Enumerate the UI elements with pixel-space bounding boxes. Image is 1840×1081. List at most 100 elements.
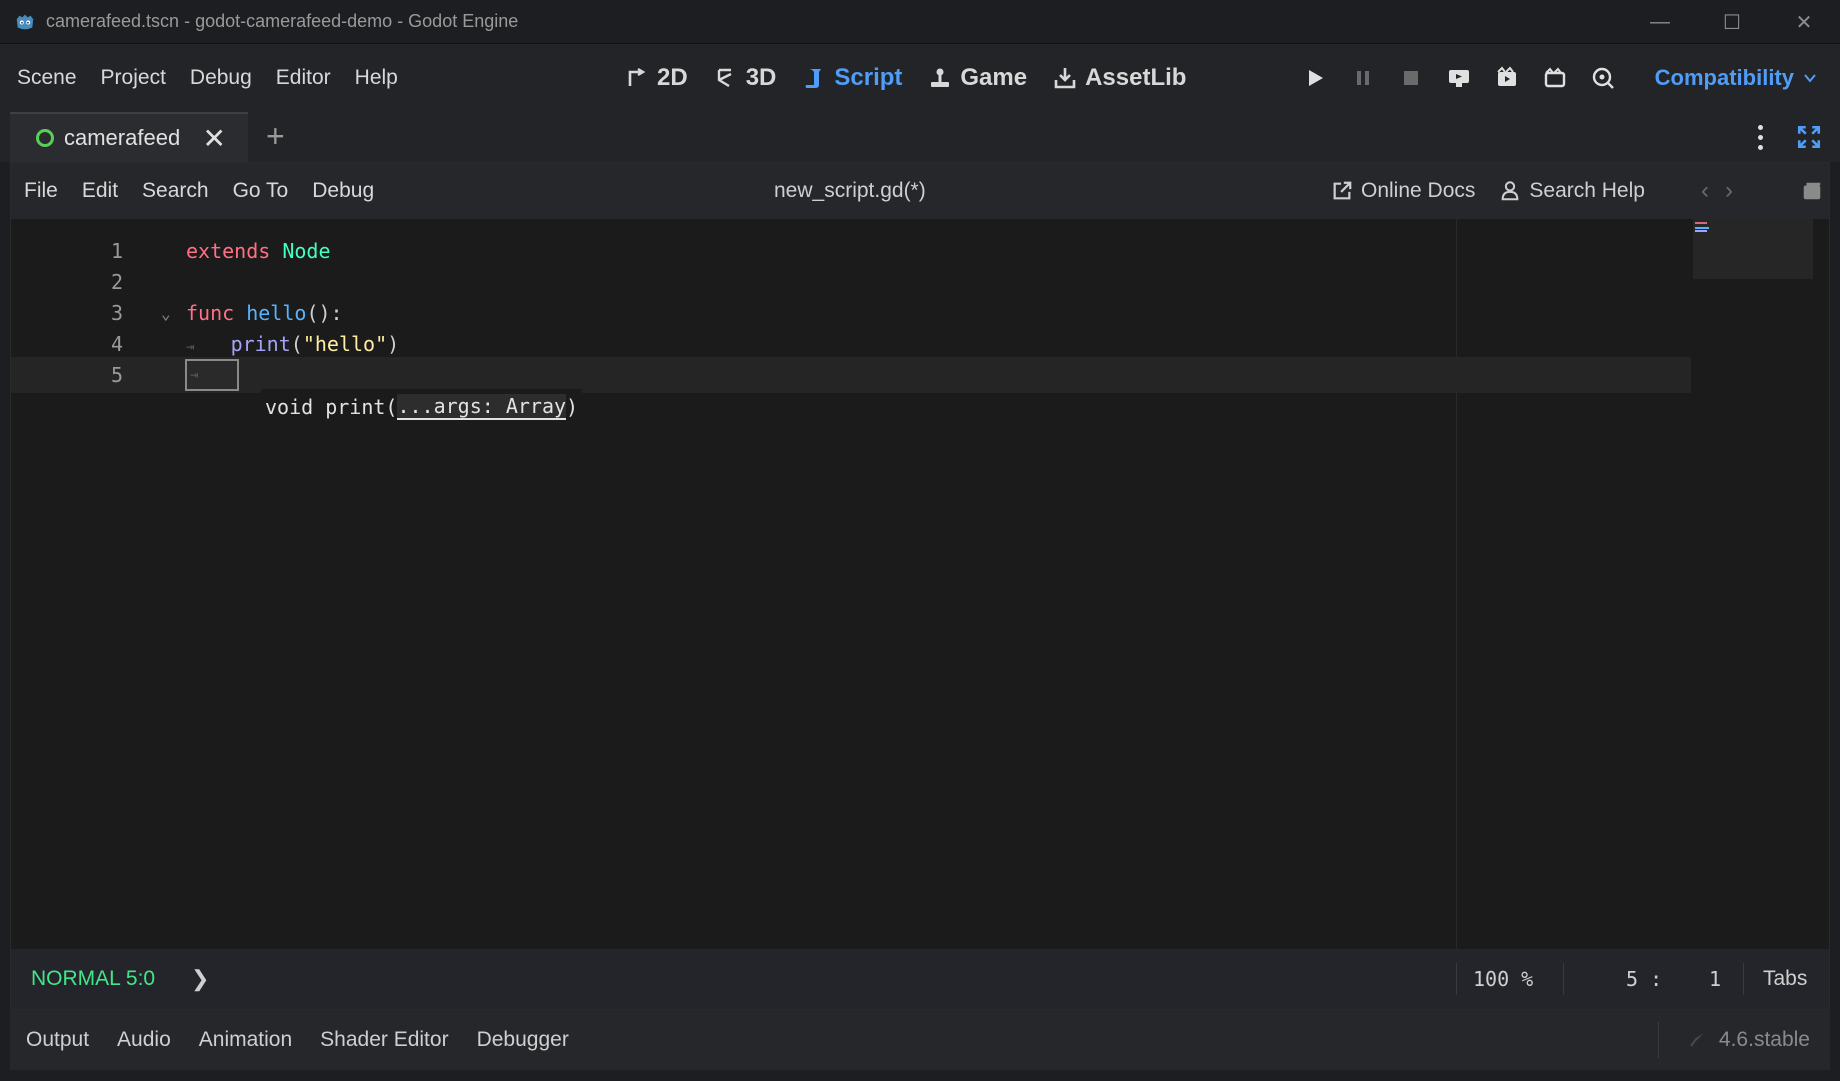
movie-maker-button[interactable] bbox=[1590, 65, 1616, 91]
stop-button[interactable] bbox=[1398, 65, 1424, 91]
workspace-script-button[interactable]: Script bbox=[802, 64, 902, 92]
search-help-button[interactable]: Search Help bbox=[1499, 179, 1645, 203]
tab-shader-editor[interactable]: Shader Editor bbox=[308, 1028, 460, 1052]
menu-scene[interactable]: Scene bbox=[5, 60, 89, 96]
code-text: extends Node bbox=[186, 239, 331, 263]
code-text: func hello(): bbox=[186, 301, 343, 325]
tab-debugger[interactable]: Debugger bbox=[465, 1028, 581, 1052]
minimap-line bbox=[1695, 230, 1707, 232]
tab-marker-icon: ⇥ bbox=[190, 367, 199, 383]
run-current-scene-icon bbox=[1497, 66, 1516, 86]
menu-debug[interactable]: Debug bbox=[178, 60, 264, 96]
search-help-icon bbox=[1502, 181, 1519, 201]
version-info: 4.6.stable bbox=[1687, 1028, 1810, 1052]
script-menu-edit[interactable]: Edit bbox=[70, 173, 130, 209]
add-scene-tab-button[interactable]: + bbox=[266, 120, 285, 152]
line-number: 1 bbox=[111, 239, 124, 263]
builtin-print: print bbox=[230, 332, 291, 356]
fold-arrow-icon[interactable]: ⌄ bbox=[161, 304, 171, 323]
window-title: camerafeed.tscn - godot-camerafeed-demo … bbox=[46, 11, 519, 31]
close-window-button[interactable]: ✕ bbox=[1768, 0, 1840, 44]
menu-editor[interactable]: Editor bbox=[264, 60, 343, 96]
assetlib-icon bbox=[1054, 68, 1076, 89]
workspace-3d-button[interactable]: 3D bbox=[714, 64, 776, 92]
call-hint-tooltip: void print(...args: Array) bbox=[261, 389, 583, 425]
remote-debug-icon bbox=[1449, 70, 1469, 87]
workspace-2d-label: 2D bbox=[657, 64, 688, 91]
history-back-button[interactable]: ‹ bbox=[1701, 177, 1709, 205]
scene-tab-camerafeed[interactable]: camerafeed ✕ bbox=[10, 112, 248, 162]
status-divider bbox=[1563, 963, 1564, 995]
code-minimap[interactable] bbox=[1693, 219, 1813, 279]
workspace-assetlib-button[interactable]: AssetLib bbox=[1053, 64, 1186, 92]
help-buttons: Online Docs Search Help bbox=[1331, 163, 1645, 219]
remote-debug-button[interactable] bbox=[1446, 65, 1472, 91]
history-forward-button[interactable]: › bbox=[1725, 177, 1733, 205]
cursor-line: 5 : bbox=[1626, 967, 1663, 991]
line-number: 5 bbox=[111, 363, 124, 387]
minimize-button[interactable]: — bbox=[1624, 0, 1696, 44]
bottom-panel-bar: Output Audio Animation Shader Editor Deb… bbox=[10, 1010, 1830, 1070]
bottom-panel-tabs: Output Audio Animation Shader Editor Deb… bbox=[14, 1028, 581, 1052]
minimap-line bbox=[1695, 222, 1707, 224]
hint-suffix: ) bbox=[566, 395, 579, 419]
pause-icon bbox=[1357, 71, 1369, 85]
chevron-down-icon bbox=[1804, 74, 1816, 83]
hint-prefix: void print( bbox=[265, 395, 398, 419]
warnings-toggle-icon[interactable]: ❯ bbox=[191, 966, 209, 992]
godot-editor-window: camerafeed.tscn - godot-camerafeed-demo … bbox=[0, 0, 1840, 1081]
play-icon bbox=[1309, 70, 1323, 86]
script-menu-search[interactable]: Search bbox=[130, 173, 221, 209]
scene-tabs-bar: camerafeed ✕ + bbox=[0, 112, 1840, 162]
script-menu-file[interactable]: File bbox=[12, 173, 70, 209]
code-editor[interactable]: 1 extends Node 2 3 ⌄ func hello(): 4 ⇥ p… bbox=[11, 219, 1829, 949]
editor-status-bar: NORMAL 5:0 ❯ 100 % 5 : 1 Tabs bbox=[11, 949, 1829, 1009]
maximize-button[interactable]: ☐ bbox=[1696, 0, 1768, 44]
run-custom-scene-button[interactable] bbox=[1542, 65, 1568, 91]
close-tab-button[interactable]: ✕ bbox=[203, 122, 226, 155]
run-current-scene-button[interactable] bbox=[1494, 65, 1520, 91]
tab-audio[interactable]: Audio bbox=[105, 1028, 183, 1052]
more-options-icon[interactable] bbox=[1748, 122, 1772, 152]
script-icon bbox=[806, 69, 822, 88]
renderer-dropdown[interactable]: Compatibility bbox=[1655, 44, 1818, 112]
main-menu: Scene Project Debug Editor Help bbox=[5, 60, 410, 96]
history-navigation: ‹ › bbox=[1701, 163, 1733, 219]
menu-project[interactable]: Project bbox=[89, 60, 178, 96]
pause-button[interactable] bbox=[1350, 65, 1376, 91]
scene-tab-label: camerafeed bbox=[64, 125, 181, 150]
online-docs-button[interactable]: Online Docs bbox=[1331, 179, 1475, 203]
2d-icon bbox=[628, 67, 646, 86]
workspace-2d-button[interactable]: 2D bbox=[625, 64, 688, 92]
script-menu-debug[interactable]: Debug bbox=[300, 173, 386, 209]
renderer-label: Compatibility bbox=[1654, 65, 1794, 90]
code-line-5[interactable]: 5 bbox=[11, 357, 1691, 393]
hint-current-argument: ...args: Array bbox=[397, 394, 567, 420]
class-name: Node bbox=[282, 239, 331, 263]
workspace-game-button[interactable]: Game bbox=[928, 64, 1027, 92]
external-link-icon bbox=[1333, 181, 1352, 200]
workspace-script-label: Script bbox=[834, 64, 903, 91]
script-menu-goto[interactable]: Go To bbox=[221, 173, 301, 209]
indent-mode[interactable]: Tabs bbox=[1763, 967, 1807, 991]
toggle-scripts-panel-icon[interactable] bbox=[1801, 180, 1823, 202]
version-label: 4.6.stable bbox=[1718, 1028, 1810, 1051]
online-docs-label: Online Docs bbox=[1361, 179, 1476, 202]
line-number: 2 bbox=[111, 270, 124, 294]
version-divider bbox=[1658, 1022, 1659, 1058]
zoom-level[interactable]: 100 % bbox=[1473, 967, 1533, 991]
close-paren: ) bbox=[387, 332, 400, 356]
menu-help[interactable]: Help bbox=[343, 60, 410, 96]
search-help-label: Search Help bbox=[1529, 179, 1645, 202]
tab-output[interactable]: Output bbox=[14, 1028, 101, 1052]
distraction-free-mode-icon[interactable] bbox=[1796, 124, 1822, 150]
tab-animation[interactable]: Animation bbox=[187, 1028, 304, 1052]
keyword-extends: extends bbox=[186, 239, 271, 263]
workspace-switcher: 2D 3D Script Game AssetLib bbox=[625, 44, 1186, 112]
status-divider bbox=[1743, 963, 1744, 995]
status-divider bbox=[1456, 963, 1457, 995]
3d-icon bbox=[717, 68, 732, 88]
run-custom-scene-icon bbox=[1544, 67, 1566, 88]
title-bar: camerafeed.tscn - godot-camerafeed-demo … bbox=[0, 0, 1840, 44]
play-button[interactable] bbox=[1302, 65, 1328, 91]
